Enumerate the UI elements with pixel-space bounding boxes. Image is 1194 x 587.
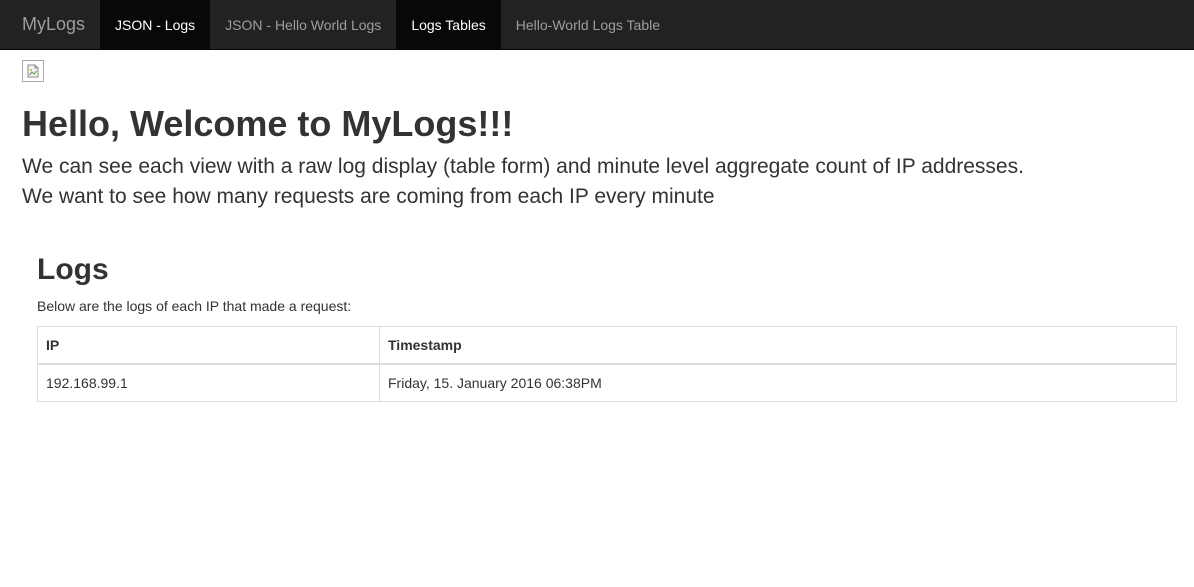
broken-image-icon xyxy=(22,60,44,82)
column-header-timestamp: Timestamp xyxy=(379,326,1177,365)
table-row: 192.168.99.1 Friday, 15. January 2016 06… xyxy=(37,363,1177,402)
logs-description: Below are the logs of each IP that made … xyxy=(37,298,352,314)
nav-logs-tables[interactable]: Logs Tables xyxy=(396,0,501,49)
logs-heading: Logs xyxy=(37,253,109,286)
intro-text: We can see each view with a raw log disp… xyxy=(22,152,1172,212)
brand-link[interactable]: MyLogs xyxy=(0,0,100,49)
intro-line-1: We can see each view with a raw log disp… xyxy=(22,155,1024,178)
nav-hello-world-logs-table[interactable]: Hello-World Logs Table xyxy=(501,0,675,49)
page-title: Hello, Welcome to MyLogs!!! xyxy=(22,103,514,144)
intro-line-2: We want to see how many requests are com… xyxy=(22,185,715,208)
cell-timestamp: Friday, 15. January 2016 06:38PM xyxy=(379,363,1177,402)
nav-json-logs[interactable]: JSON - Logs xyxy=(100,0,211,49)
nav-json-hello-world-logs[interactable]: JSON - Hello World Logs xyxy=(210,0,396,49)
cell-ip: 192.168.99.1 xyxy=(37,363,380,402)
column-header-ip: IP xyxy=(37,326,380,365)
table-header-row: IP Timestamp xyxy=(37,326,1177,365)
welcome-jumbotron: Hello, Welcome to MyLogs!!! We can see e… xyxy=(22,102,1172,212)
logs-table: IP Timestamp 192.168.99.1 Friday, 15. Ja… xyxy=(37,326,1177,402)
top-navbar: MyLogs JSON - Logs JSON - Hello World Lo… xyxy=(0,0,1194,50)
logs-section: Logs Below are the logs of each IP that … xyxy=(37,250,1177,402)
